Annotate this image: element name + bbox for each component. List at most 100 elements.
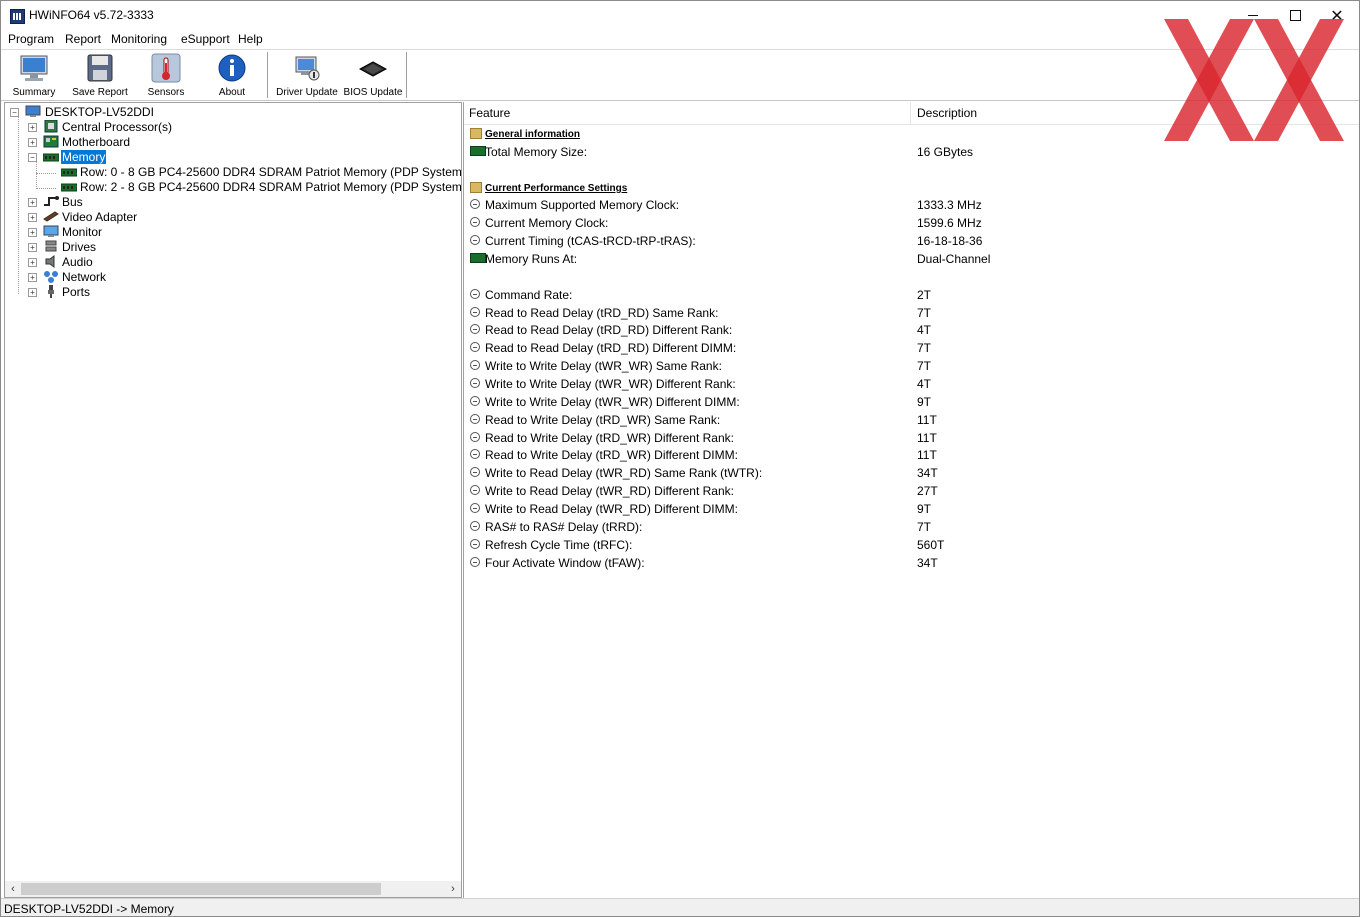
xx-watermark-logo	[1164, 19, 1344, 141]
property-row[interactable]: Memory Runs At: Dual-Channel	[464, 250, 1359, 268]
feature-cell: Current Timing (tCAS-tRCD-tRP-tRAS):	[485, 234, 696, 249]
property-row[interactable]: Write to Read Delay (tWR_RD) Same Rank (…	[464, 464, 1359, 482]
property-circle-icon	[470, 324, 480, 335]
property-row[interactable]: Read to Read Delay (tRD_RD) Different DI…	[464, 339, 1359, 357]
column-header-description[interactable]: Description	[917, 106, 977, 120]
detail-panel[interactable]: Feature Description General information T…	[463, 102, 1359, 898]
expand-icon[interactable]: +	[28, 138, 37, 147]
tree-item-label: Network	[62, 270, 107, 284]
property-row[interactable]: Current Timing (tCAS-tRCD-tRP-tRAS): 16-1…	[464, 232, 1359, 250]
description-cell: 11T	[917, 430, 937, 445]
tree-item-label: Memory	[61, 150, 107, 164]
property-row[interactable]: Total Memory Size: 16 GBytes	[464, 143, 1359, 161]
blank-row	[464, 161, 1359, 179]
property-circle-icon	[470, 449, 480, 460]
expand-icon[interactable]: +	[28, 288, 37, 297]
tree-root-label: DESKTOP-LV52DDI	[45, 105, 154, 119]
sensors-button[interactable]: Sensors	[144, 50, 188, 100]
tree-item-label: Row: 0 - 8 GB PC4-25600 DDR4 SDRAM Patri…	[80, 165, 462, 179]
tree-item-bus[interactable]: + Bus	[5, 195, 455, 210]
tree-item-drives[interactable]: + Drives	[5, 240, 455, 255]
tree-item-label: Drives	[62, 240, 97, 254]
property-row[interactable]: Read to Write Delay (tRD_WR) Same Rank: 1…	[464, 411, 1359, 429]
menu-esupport[interactable]: eSupport	[181, 32, 230, 46]
tree-item-monitor[interactable]: + Monitor	[5, 225, 455, 240]
feature-cell: Read to Read Delay (tRD_RD) Different DI…	[485, 341, 737, 356]
expand-icon[interactable]: +	[28, 198, 37, 207]
feature-cell: Refresh Cycle Time (tRFC):	[485, 537, 633, 552]
column-divider[interactable]	[910, 102, 911, 124]
property-row[interactable]: Write to Write Delay (tWR_WR) Same Rank:…	[464, 357, 1359, 375]
driver-update-button[interactable]: Driver Update	[275, 50, 339, 100]
scroll-right-icon[interactable]: ›	[446, 882, 460, 896]
tree-item-network[interactable]: + Network	[5, 270, 455, 285]
menu-monitoring[interactable]: Monitoring	[111, 32, 167, 46]
tree-horizontal-scrollbar[interactable]: ‹ ›	[4, 881, 462, 898]
thermometer-icon	[151, 53, 181, 83]
tree-item-motherboard[interactable]: + Motherboard	[5, 135, 455, 150]
property-row[interactable]: RAS# to RAS# Delay (tRRD): 7T	[464, 518, 1359, 536]
property-row[interactable]: Write to Read Delay (tWR_RD) Different D…	[464, 500, 1359, 518]
app-window: HWiNFO64 v5.72-3333 ✕ Program Report Mon…	[0, 0, 1360, 917]
expand-icon[interactable]: +	[28, 258, 37, 267]
feature-cell: Write to Write Delay (tWR_WR) Different …	[485, 394, 740, 409]
tree-item-memory[interactable]: − Memory	[5, 150, 455, 165]
property-row[interactable]: Four Activate Window (tFAW): 34T	[464, 554, 1359, 572]
ram-module-icon	[61, 168, 77, 177]
property-row[interactable]: Write to Read Delay (tWR_RD) Different R…	[464, 482, 1359, 500]
tree-item-video-adapter[interactable]: + Video Adapter	[5, 210, 455, 225]
property-circle-icon	[470, 485, 480, 496]
bios-update-button[interactable]: BIOS Update	[343, 50, 403, 100]
property-row[interactable]: Current Memory Clock: 1599.6 MHz	[464, 214, 1359, 232]
tree-item-memory-row-2[interactable]: Row: 2 - 8 GB PC4-25600 DDR4 SDRAM Patri…	[5, 180, 461, 195]
property-row[interactable]: Read to Write Delay (tRD_WR) Different R…	[464, 429, 1359, 447]
feature-cell: Read to Write Delay (tRD_WR) Different D…	[485, 448, 738, 463]
collapse-icon[interactable]: −	[10, 108, 19, 117]
device-tree[interactable]: − DESKTOP-LV52DDI + Central Processor(s)…	[4, 102, 462, 884]
section-header-row[interactable]: Current Performance Settings	[464, 179, 1359, 197]
save-report-button[interactable]: Save Report	[71, 50, 129, 100]
expand-icon[interactable]: +	[28, 273, 37, 282]
window-title: HWiNFO64 v5.72-3333	[29, 8, 154, 22]
about-button[interactable]: About	[210, 50, 254, 100]
property-row[interactable]: Read to Read Delay (tRD_RD) Same Rank: 7T	[464, 304, 1359, 322]
property-row[interactable]: Refresh Cycle Time (tRFC): 560T	[464, 536, 1359, 554]
expand-icon[interactable]: +	[28, 243, 37, 252]
tree-item-cpu[interactable]: + Central Processor(s)	[5, 120, 455, 135]
menu-report[interactable]: Report	[65, 32, 101, 46]
memory-module-icon	[470, 145, 486, 156]
tree-item-ports[interactable]: + Ports	[5, 285, 455, 300]
property-row[interactable]: Command Rate: 2T	[464, 286, 1359, 304]
feature-cell: Read to Read Delay (tRD_RD) Different Ra…	[485, 323, 733, 338]
property-row[interactable]: Read to Write Delay (tRD_WR) Different D…	[464, 446, 1359, 464]
menu-help[interactable]: Help	[238, 32, 263, 46]
tree-item-audio[interactable]: + Audio	[5, 255, 455, 270]
scroll-left-icon[interactable]: ‹	[6, 882, 20, 896]
property-row[interactable]: Write to Write Delay (tWR_WR) Different …	[464, 375, 1359, 393]
expand-icon[interactable]: +	[28, 228, 37, 237]
expand-icon[interactable]: +	[28, 213, 37, 222]
motherboard-icon	[43, 135, 59, 148]
description-cell: 7T	[917, 305, 932, 320]
property-row[interactable]: Maximum Supported Memory Clock: 1333.3 MH…	[464, 196, 1359, 214]
menu-program[interactable]: Program	[8, 32, 54, 46]
property-row[interactable]: Read to Read Delay (tRD_RD) Different Ra…	[464, 321, 1359, 339]
cpu-icon	[44, 120, 58, 133]
property-circle-icon	[470, 538, 480, 549]
property-circle-icon	[470, 342, 480, 353]
info-icon	[218, 54, 246, 82]
summary-button[interactable]: Summary	[9, 50, 59, 100]
expand-icon[interactable]: +	[28, 123, 37, 132]
scrollbar-thumb[interactable]	[21, 883, 381, 895]
panel-splitter[interactable]	[461, 102, 462, 898]
property-row[interactable]: Write to Write Delay (tWR_WR) Different …	[464, 393, 1359, 411]
about-label: About	[218, 87, 246, 98]
tree-item-memory-row-0[interactable]: Row: 0 - 8 GB PC4-25600 DDR4 SDRAM Patri…	[5, 165, 461, 180]
property-circle-icon	[470, 413, 480, 424]
chip-icon	[358, 61, 388, 77]
tree-root[interactable]: − DESKTOP-LV52DDI	[5, 105, 455, 120]
title-bar[interactable]: HWiNFO64 v5.72-3333 ✕	[1, 1, 1359, 30]
column-header-feature[interactable]: Feature	[469, 106, 510, 120]
collapse-icon[interactable]: −	[28, 153, 37, 162]
property-circle-icon	[470, 235, 480, 246]
